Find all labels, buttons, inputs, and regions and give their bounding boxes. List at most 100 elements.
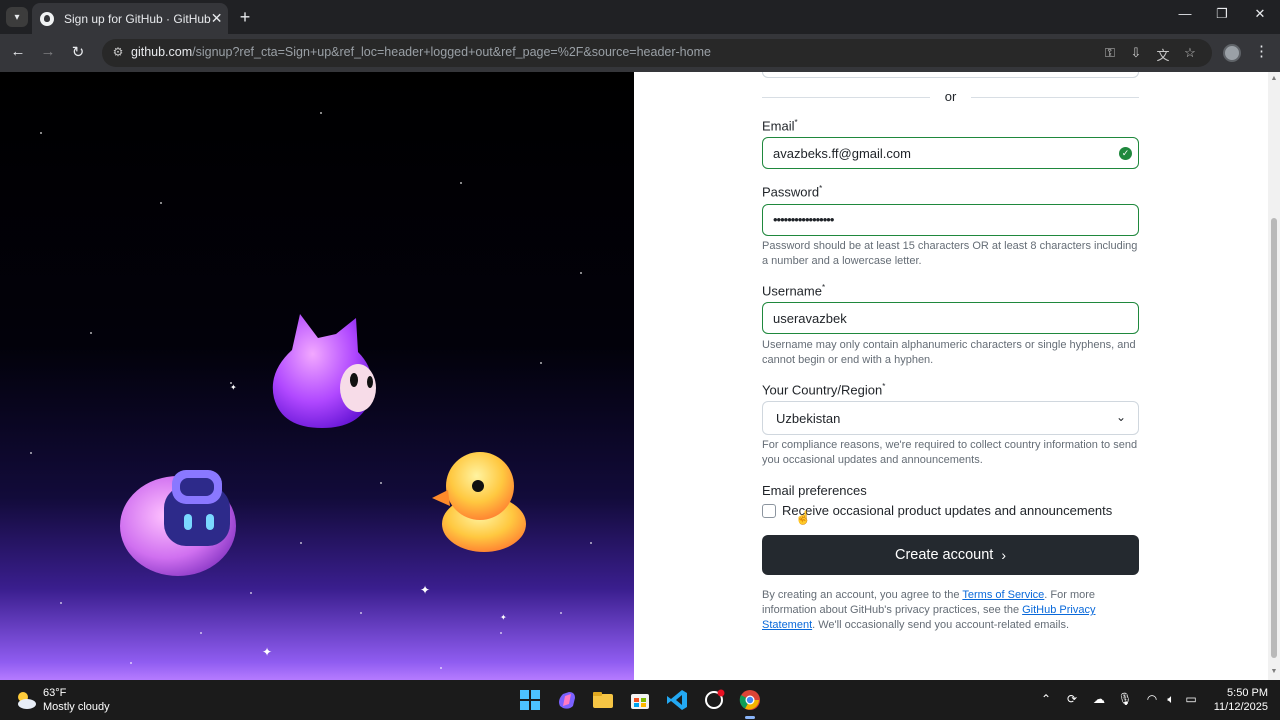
tab-close-button[interactable]: ✕	[211, 10, 223, 27]
tab-title: Sign up for GitHub · GitHub	[64, 11, 211, 26]
chevron-right-icon: ›	[1001, 547, 1006, 563]
hero-illustration: ✦ ✦ ✦ ✦	[0, 72, 634, 680]
rubber-duck-mascot-icon	[432, 452, 526, 552]
mouse-cursor-icon: ☝	[795, 510, 812, 525]
password-value: •••••••••••••••••	[773, 212, 834, 227]
microsoft-store-icon[interactable]	[628, 688, 652, 712]
show-hidden-icons-icon[interactable]: ⌃	[1037, 692, 1055, 706]
url-text[interactable]: github.com/signup?ref_cta=Sign+up&ref_lo…	[131, 45, 711, 59]
browser-toolbar: ← → ↻ ⚙ github.com/signup?ref_cta=Sign+u…	[0, 34, 1280, 72]
bookmark-star-icon[interactable]: ☆	[1181, 45, 1199, 61]
windows-start-icon[interactable]	[518, 688, 542, 712]
file-explorer-icon[interactable]	[591, 688, 615, 712]
maximize-button[interactable]: ❐	[1210, 6, 1234, 22]
github-icon	[40, 11, 54, 26]
wifi-icon[interactable]: ◠	[1143, 692, 1161, 706]
sparkle-icon: ✦	[230, 383, 237, 392]
email-preferences-title: Email preferences	[762, 483, 867, 498]
legal-notice: By creating an account, you agree to the…	[762, 589, 1096, 631]
email-preferences-checkbox[interactable]	[762, 504, 776, 518]
star	[40, 132, 42, 134]
volume-icon[interactable]: 🔈︎	[1162, 692, 1180, 707]
install-app-icon[interactable]: ⇩	[1127, 45, 1145, 61]
forward-arrow-icon[interactable]: →	[38, 43, 58, 60]
star	[360, 612, 362, 614]
scrollbar-thumb[interactable]	[1271, 218, 1277, 658]
star	[460, 182, 462, 184]
country-label: Your Country/Region*	[762, 382, 886, 398]
active-app-indicator	[745, 716, 755, 719]
star	[130, 662, 132, 664]
star	[500, 632, 502, 634]
onedrive-cloud-icon[interactable]: ☁	[1090, 692, 1108, 706]
minimize-button[interactable]: —	[1173, 6, 1197, 21]
username-value: useravazbek	[773, 311, 847, 326]
translate-icon[interactable]: 文	[1154, 45, 1172, 64]
star	[540, 362, 542, 364]
partly-cloudy-icon[interactable]	[14, 688, 38, 712]
country-hint: For compliance reasons, we're required t…	[762, 439, 1138, 466]
email-label: Email*	[762, 118, 798, 134]
sparkle-icon: ✦	[500, 613, 507, 622]
page-scrollbar[interactable]: ▲ ▼	[1268, 72, 1280, 680]
signup-form: or Email* avazbeks.ff@gmail.com ✓ Passwo…	[634, 72, 1268, 680]
star	[90, 332, 92, 334]
chevron-down-icon: ⌄	[1115, 410, 1126, 424]
check-circle-icon: ✓	[1119, 147, 1132, 160]
chrome-icon[interactable]	[738, 688, 762, 712]
create-account-button[interactable]: Create account ›	[762, 535, 1139, 575]
reload-icon[interactable]: ↻	[68, 43, 88, 61]
sparkle-icon: ✦	[420, 583, 431, 597]
star	[560, 612, 562, 614]
browser-menu-icon[interactable]: ⋮	[1254, 42, 1269, 60]
email-field[interactable]: avazbeks.ff@gmail.com ✓	[762, 137, 1139, 169]
weather-condition[interactable]: Mostly cloudy	[43, 701, 110, 713]
star	[590, 542, 592, 544]
password-field[interactable]: •••••••••••••••••	[762, 204, 1139, 236]
windows-taskbar: 63°F Mostly cloudy ⌃ ⟳ ☁ 🎙︎ ◠ 🔈︎ ▭ 5:50 …	[0, 680, 1280, 720]
star	[200, 632, 202, 634]
password-key-icon[interactable]: ⚿	[1101, 45, 1119, 61]
star	[160, 202, 162, 204]
star	[30, 452, 32, 454]
sparkle-icon: ✦	[262, 645, 273, 659]
star	[380, 482, 382, 484]
copilot-icon[interactable]	[555, 688, 579, 712]
back-arrow-icon[interactable]: ←	[8, 43, 28, 60]
tab-search-menu-button[interactable]: ▾	[6, 7, 28, 27]
password-label: Password*	[762, 184, 823, 200]
email-preferences-label[interactable]: Receive occasional product updates and a…	[782, 503, 1112, 518]
mona-cat-mascot-icon	[272, 314, 376, 428]
scroll-down-icon[interactable]: ▼	[1268, 668, 1280, 675]
address-bar[interactable]: ⚙ github.com/signup?ref_cta=Sign+up&ref_…	[102, 39, 1212, 67]
previous-field-edge	[762, 72, 1139, 78]
terms-of-service-link[interactable]: Terms of Service	[962, 589, 1044, 601]
vscode-icon[interactable]	[665, 688, 689, 712]
clock-date[interactable]: 11/12/2025	[1206, 701, 1268, 713]
site-info-icon[interactable]: ⚙	[110, 45, 126, 61]
clock-time[interactable]: 5:50 PM	[1212, 687, 1268, 699]
divider-text: or	[944, 89, 957, 104]
scroll-up-icon[interactable]: ▲	[1268, 75, 1280, 82]
microphone-icon[interactable]: 🎙︎	[1116, 692, 1134, 706]
profile-avatar[interactable]	[1223, 44, 1241, 62]
star	[440, 667, 442, 669]
or-divider: or	[762, 89, 1139, 104]
username-label: Username*	[762, 283, 826, 299]
create-account-label: Create account	[894, 547, 994, 563]
country-select[interactable]: Uzbekistan ⌄	[762, 401, 1139, 435]
star	[60, 602, 62, 604]
star	[300, 542, 302, 544]
star	[250, 592, 252, 594]
page-viewport: ✦ ✦ ✦ ✦ or Email* avazbeks.ff@gmail.com …	[0, 72, 1280, 680]
new-tab-button[interactable]: +	[236, 7, 254, 27]
weather-temperature[interactable]: 63°F	[43, 687, 66, 699]
star	[580, 272, 582, 274]
active-tab[interactable]: Sign up for GitHub · GitHub ✕	[32, 3, 228, 34]
close-window-button[interactable]: ✕	[1248, 6, 1272, 22]
sync-icon[interactable]: ⟳	[1063, 692, 1081, 706]
battery-icon[interactable]: ▭	[1182, 692, 1200, 706]
chatgpt-icon[interactable]	[702, 688, 726, 712]
copilot-robot-mascot-icon	[120, 470, 236, 576]
username-field[interactable]: useravazbek	[762, 302, 1139, 334]
